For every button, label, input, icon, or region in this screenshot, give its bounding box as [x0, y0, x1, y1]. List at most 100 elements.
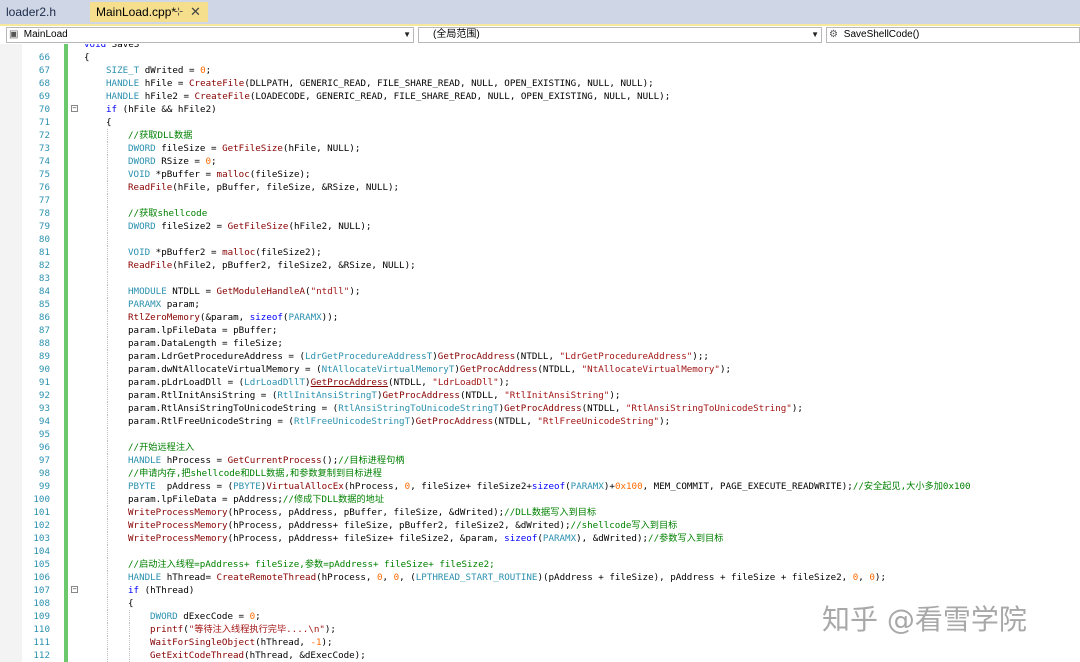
- code-token: //DLL数据写入到目标: [504, 507, 597, 518]
- code-text: //申请内存,把shellcode和DLL数据,和参数复制到目标进程: [128, 467, 382, 480]
- code-token: DWORD: [128, 221, 156, 232]
- collapse-icon[interactable]: −: [71, 105, 78, 112]
- code-line[interactable]: 72 //获取DLL数据: [0, 129, 1080, 142]
- code-line[interactable]: 96 //开始远程注入: [0, 441, 1080, 454]
- indent-guide: [107, 558, 108, 571]
- code-line[interactable]: 91 param.pLdrLoadDll = (LdrLoadDllT)GetPr…: [0, 376, 1080, 389]
- code-text: HANDLE hFile2 = CreateFile(LOADECODE, GE…: [106, 90, 670, 103]
- code-text: SIZE_T dWrited = 0;: [106, 64, 211, 77]
- line-number: 69: [38, 91, 50, 102]
- indent-guide: [107, 129, 108, 142]
- code-line[interactable]: 77: [0, 194, 1080, 207]
- code-editor[interactable]: void SaveS 66 {67 SIZE_T dWrited = 0; 68 HAND…: [0, 44, 1080, 662]
- code-line[interactable]: 106 HANDLE hThread= CreateRemoteThread(hP…: [0, 571, 1080, 584]
- indent-guide: [107, 584, 108, 597]
- code-line[interactable]: 104: [0, 545, 1080, 558]
- code-token: (hFile2, NULL);: [288, 221, 372, 232]
- scope-dropdown[interactable]: ▣ MainLoad ▼: [6, 27, 414, 43]
- code-token: NTDLL =: [166, 286, 217, 297]
- code-token: hFile =: [139, 78, 189, 89]
- code-line[interactable]: 99 PBYTE pAddress = (PBYTE)VirtualAllocEx…: [0, 480, 1080, 493]
- code-line[interactable]: 67 SIZE_T dWrited = 0;: [0, 64, 1080, 77]
- code-line[interactable]: 98 //申请内存,把shellcode和DLL数据,和参数复制到目标进程: [0, 467, 1080, 480]
- code-token: //开始远程注入: [128, 442, 195, 453]
- code-line[interactable]: 101 WriteProcessMemory(hProcess, pAddress…: [0, 506, 1080, 519]
- indent-guide: [107, 233, 108, 246]
- line-number: 88: [38, 338, 50, 349]
- code-line[interactable]: 74 DWORD RSize = 0;: [0, 155, 1080, 168]
- code-line[interactable]: 76 ReadFile(hFile, pBuffer, fileSize, &RS…: [0, 181, 1080, 194]
- code-line[interactable]: 80: [0, 233, 1080, 246]
- member-dropdown[interactable]: ⚙ SaveShellCode(): [826, 27, 1080, 43]
- tab-mainload-cpp[interactable]: MainLoad.cpp* ⊹ ✕: [90, 2, 208, 22]
- code-line[interactable]: 100 param.lpFileData = pAddress;//修成下DLL数…: [0, 493, 1080, 506]
- code-token: param.dwNtAllocateVirtualMemory = (: [128, 364, 322, 375]
- code-token: CreateFile: [189, 78, 245, 89]
- code-text: {: [106, 116, 112, 129]
- line-number: 82: [38, 260, 50, 271]
- code-token: GetModuleHandleA: [216, 286, 306, 297]
- code-line[interactable]: 112 GetExitCodeThread(hThread, &dExecCode…: [0, 649, 1080, 662]
- pin-icon[interactable]: ⊹: [174, 2, 183, 22]
- code-token: //启动注入线程=pAddress+ fileSize,参数=pAddress+…: [128, 559, 495, 570]
- code-line[interactable]: 70 − if (hFile && hFile2): [0, 103, 1080, 116]
- code-line[interactable]: 105 //启动注入线程=pAddress+ fileSize,参数=pAddre…: [0, 558, 1080, 571]
- code-line[interactable]: 86 RtlZeroMemory(&param, sizeof(PARAMX));: [0, 311, 1080, 324]
- code-line[interactable]: 107 − if (hThread): [0, 584, 1080, 597]
- member-label: SaveShellCode(): [843, 29, 920, 40]
- range-dropdown[interactable]: (全局范围) ▼: [418, 27, 822, 43]
- code-token: );: [719, 364, 732, 375]
- line-number: 91: [38, 377, 50, 388]
- code-line[interactable]: 89 param.LdrGetProcedureAddress = (LdrGet…: [0, 350, 1080, 363]
- code-line[interactable]: 82 ReadFile(hFile2, pBuffer2, fileSize2, …: [0, 259, 1080, 272]
- indent-guide: [107, 246, 108, 259]
- code-line[interactable]: 83: [0, 272, 1080, 285]
- code-token: );: [874, 572, 886, 583]
- method-icon: ⚙: [829, 29, 838, 40]
- code-line[interactable]: 79 DWORD fileSize2 = GetFileSize(hFile2, …: [0, 220, 1080, 233]
- line-number: 97: [38, 455, 50, 466]
- code-line[interactable]: 103 WriteProcessMemory(hProcess, pAddress…: [0, 532, 1080, 545]
- code-line[interactable]: 71 {: [0, 116, 1080, 129]
- code-token: (fileSize);: [249, 169, 311, 180]
- code-line[interactable]: 92 param.RtlInitAnsiString = (RtlInitAnsi…: [0, 389, 1080, 402]
- collapse-icon[interactable]: −: [71, 586, 78, 593]
- code-line[interactable]: 81 VOID *pBuffer2 = malloc(fileSize2);: [0, 246, 1080, 259]
- code-line[interactable]: 66 {: [0, 51, 1080, 64]
- code-token: WriteProcessMemory: [128, 533, 228, 544]
- code-token: GetProcAddress: [459, 364, 538, 375]
- code-line[interactable]: 87 param.lpFileData = pBuffer;: [0, 324, 1080, 337]
- code-token: CreateFile: [194, 91, 250, 102]
- tab-loader2-h[interactable]: loader2.h: [0, 2, 84, 22]
- code-line[interactable]: 94 param.RtlFreeUnicodeString = (RtlFreeU…: [0, 415, 1080, 428]
- code-line[interactable]: 90 param.dwNtAllocateVirtualMemory = (NtA…: [0, 363, 1080, 376]
- line-number: 94: [38, 416, 50, 427]
- code-token: *pBuffer =: [150, 169, 217, 180]
- code-token: fileSize =: [155, 143, 223, 154]
- indent-guide: [107, 545, 108, 558]
- code-line[interactable]: 68 HANDLE hFile = CreateFile(DLLPATH, GEN…: [0, 77, 1080, 90]
- line-number: 98: [38, 468, 50, 479]
- code-line[interactable]: 88 param.DataLength = fileSize;: [0, 337, 1080, 350]
- chevron-down-icon: ▼: [403, 30, 411, 39]
- code-token: LdrLoadDllT: [244, 377, 306, 388]
- close-icon[interactable]: ✕: [190, 2, 201, 22]
- code-token: -1: [310, 637, 322, 648]
- code-line[interactable]: 84 HMODULE NTDLL = GetModuleHandleA("ntdl…: [0, 285, 1080, 298]
- code-text: //启动注入线程=pAddress+ fileSize,参数=pAddress+…: [128, 558, 495, 571]
- line-number: 104: [33, 546, 50, 557]
- code-token: VOID: [128, 247, 151, 258]
- code-line[interactable]: 95: [0, 428, 1080, 441]
- code-text: //获取DLL数据: [128, 129, 192, 142]
- code-line[interactable]: 78 //获取shellcode: [0, 207, 1080, 220]
- code-line[interactable]: 69 HANDLE hFile2 = CreateFile(LOADECODE, …: [0, 90, 1080, 103]
- code-line[interactable]: 75 VOID *pBuffer = malloc(fileSize);: [0, 168, 1080, 181]
- code-line[interactable]: 85 PARAMX param;: [0, 298, 1080, 311]
- indent-guide: [107, 298, 108, 311]
- code-line[interactable]: 73 DWORD fileSize = GetFileSize(hFile, NU…: [0, 142, 1080, 155]
- code-line[interactable]: 102 WriteProcessMemory(hProcess, pAddress…: [0, 519, 1080, 532]
- code-line[interactable]: void SaveS: [0, 44, 1080, 51]
- code-token: SaveS: [106, 44, 140, 50]
- code-line[interactable]: 97 HANDLE hProcess = GetCurrentProcess();…: [0, 454, 1080, 467]
- code-line[interactable]: 93 param.RtlAnsiStringToUnicodeString = (…: [0, 402, 1080, 415]
